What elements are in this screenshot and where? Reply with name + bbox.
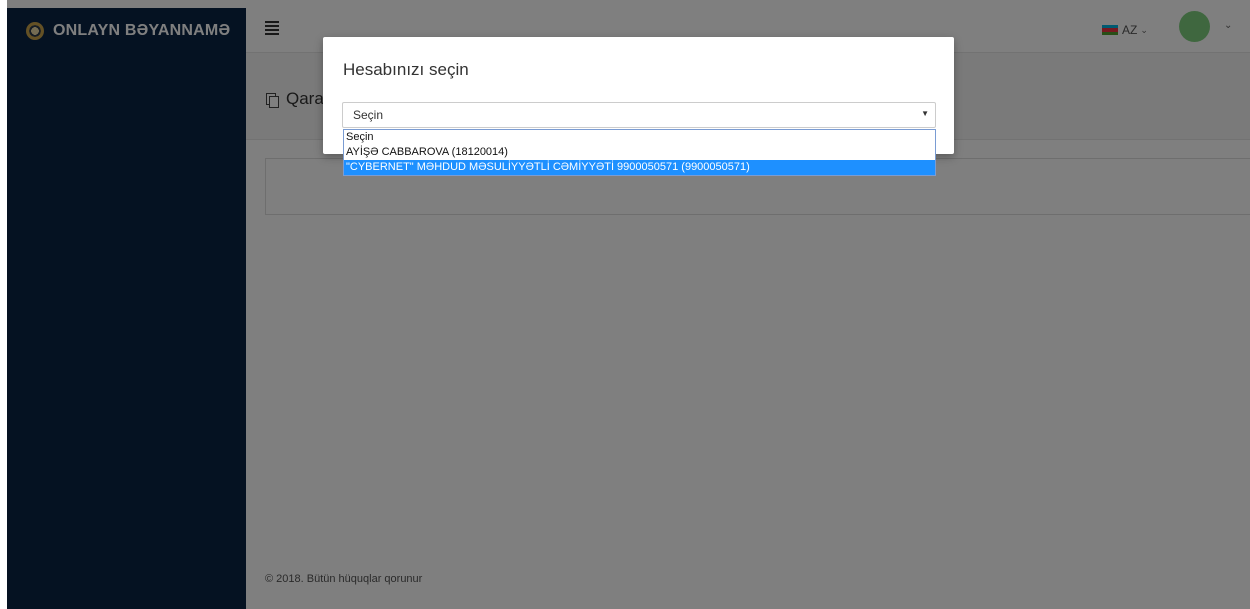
dropdown-arrow-icon: ▼ xyxy=(921,109,929,118)
dropdown-option-secin[interactable]: Seçin xyxy=(344,130,935,145)
dropdown-option-cybernet[interactable]: "CYBERNET" MƏHDUD MƏSULİYYƏTLİ CƏMİYYƏTİ… xyxy=(344,160,935,175)
window-frame-left xyxy=(0,0,7,609)
account-select-value: Seçin xyxy=(353,108,384,122)
modal-title: Hesabınızı seçin xyxy=(343,60,469,79)
account-dropdown-list: Seçin AYİŞƏ CABBAROVA (18120014) "CYBERN… xyxy=(343,129,936,176)
account-select[interactable]: Seçin ▼ xyxy=(342,102,936,128)
dropdown-option-ayise-cabbarova[interactable]: AYİŞƏ CABBAROVA (18120014) xyxy=(344,145,935,160)
